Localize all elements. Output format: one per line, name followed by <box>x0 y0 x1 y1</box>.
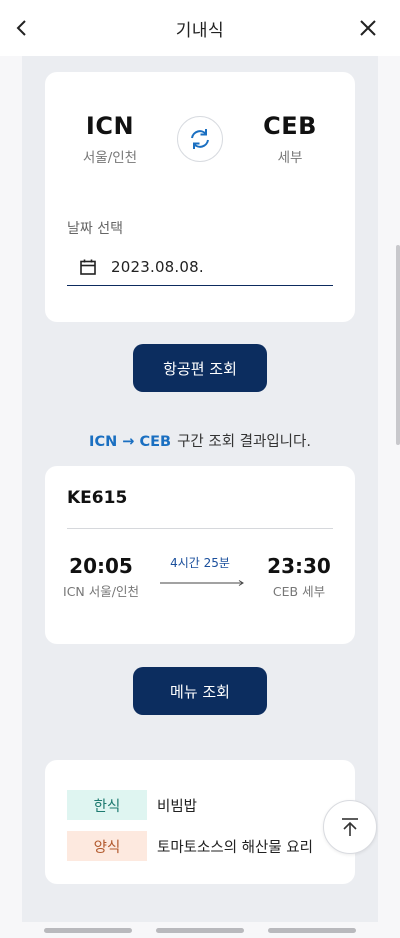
menu-category-badge: 한식 <box>67 790 147 820</box>
departure-info: 20:05 ICN 서울/인천 <box>61 554 141 601</box>
result-route: ICN → CEB <box>89 434 172 450</box>
departure-airport[interactable]: ICN 서울/인천 <box>55 112 165 166</box>
menu-search-button[interactable]: 메뉴 조회 <box>133 667 267 715</box>
departure-code: ICN <box>85 112 135 140</box>
nav-indicator <box>268 928 356 933</box>
result-text: 구간 조회 결과입니다. <box>177 434 311 450</box>
scrollbar[interactable] <box>396 245 400 445</box>
duration-arrow-icon <box>160 580 244 586</box>
arrival-city: 세부 <box>277 150 303 166</box>
result-message: ICN → CEB 구간 조회 결과입니다. <box>22 430 378 451</box>
arrival-place: CEB 세부 <box>272 584 326 599</box>
nav-indicator <box>44 928 132 933</box>
chevron-left-icon <box>16 20 26 36</box>
close-icon <box>360 20 376 36</box>
menu-dish: 비빔밥 <box>157 798 198 815</box>
page-title: 기내식 <box>175 20 225 41</box>
back-button[interactable] <box>6 12 38 44</box>
departure-time: 20:05 <box>69 554 133 578</box>
arrival-code: CEB <box>263 112 317 140</box>
flight-number: KE615 <box>67 488 128 508</box>
arrival-info: 23:30 CEB 세부 <box>259 554 339 601</box>
nav-indicator <box>156 928 244 933</box>
route-selection-card: ICN 서울/인천 CEB 세부 날짜 선택 2023.08.08. <box>45 72 355 322</box>
menu-item: 한식 비빔밥 <box>67 790 197 820</box>
menu-category-badge: 양식 <box>67 831 147 861</box>
arrival-airport[interactable]: CEB 세부 <box>235 112 345 166</box>
swap-arrows-icon <box>191 129 209 149</box>
departure-city: 서울/인천 <box>82 150 138 166</box>
departure-place: ICN 서울/인천 <box>63 584 139 599</box>
flight-result-card[interactable]: KE615 20:05 ICN 서울/인천 4시간 25분 23:30 CEB … <box>45 466 355 644</box>
menu-dish: 토마토소스의 해산물 요리 <box>157 839 313 856</box>
swap-route-button[interactable] <box>177 116 223 162</box>
close-button[interactable] <box>352 12 384 44</box>
date-label: 날짜 선택 <box>67 221 123 237</box>
arrow-up-to-top-icon <box>342 818 358 836</box>
app-header: 기내식 <box>0 0 400 56</box>
menu-result-card: 한식 비빔밥 양식 토마토소스의 해산물 요리 <box>45 760 355 884</box>
date-value: 2023.08.08. <box>111 257 204 276</box>
divider <box>67 528 333 529</box>
flight-search-button[interactable]: 항공편 조회 <box>133 344 267 392</box>
calendar-icon <box>80 259 96 275</box>
date-picker-field[interactable]: 2023.08.08. <box>67 248 333 286</box>
flight-duration: 4시간 25분 <box>155 554 245 590</box>
scroll-to-top-button[interactable] <box>323 800 377 854</box>
content-panel: ICN 서울/인천 CEB 세부 날짜 선택 2023.08.08. 항공편 조… <box>22 56 378 922</box>
arrival-time: 23:30 <box>267 554 331 578</box>
menu-item: 양식 토마토소스의 해산물 요리 <box>67 831 313 861</box>
duration-text: 4시간 25분 <box>170 556 230 570</box>
